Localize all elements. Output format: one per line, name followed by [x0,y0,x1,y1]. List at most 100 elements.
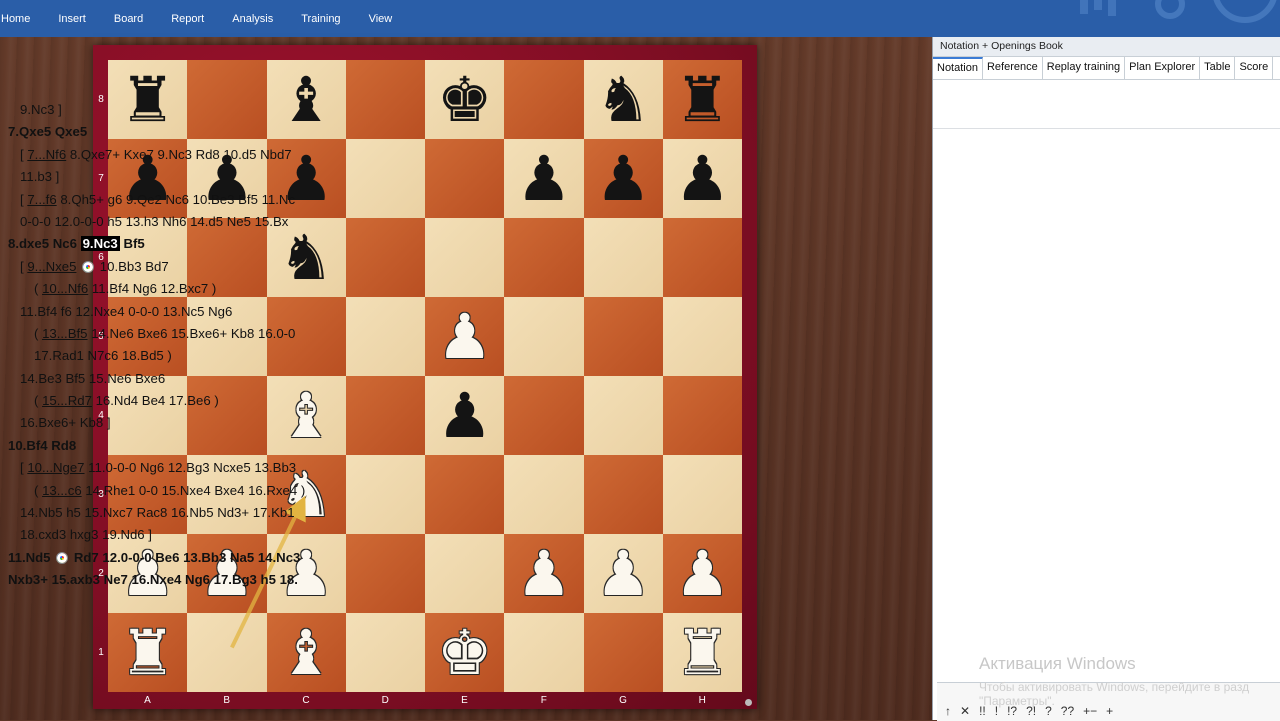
notation-line[interactable]: 18.cxd3 hxg3 19.Nd6 ] [8,524,348,546]
variation-move[interactable]: 13...Bf5 [42,326,87,341]
square-f2[interactable]: ♟ [504,534,584,613]
annotation-symbol[interactable]: !? [1007,704,1017,718]
square-f4[interactable] [504,376,584,455]
moves[interactable]: 16.Nd4 Be4 17.Be6 ) [92,393,219,408]
square-d1[interactable] [345,613,425,692]
annotation-symbol[interactable]: ✕ [960,704,970,718]
white-pawn-icon[interactable]: ♟ [516,542,572,605]
square-d5[interactable] [345,297,425,376]
current-move[interactable]: 9.Nc3 [80,236,120,252]
white-pawn-icon[interactable]: ♟ [437,305,493,368]
menu-home[interactable]: Home [0,13,44,25]
moves[interactable]: 11.Bf4 Ng6 12.Bxc7 ) [88,281,216,296]
notation-line[interactable]: 14.Be3 Bf5 15.Ne6 Bxe6 [8,368,348,390]
annotation-symbol[interactable]: ! [995,704,998,718]
notation-line[interactable]: ( 15...Rd7 16.Nd4 Be4 17.Be6 ) [8,390,348,412]
square-f1[interactable] [504,613,584,692]
square-d3[interactable] [345,455,425,534]
tab-replay-training[interactable]: Replay training [1043,57,1126,79]
black-pawn-icon[interactable]: ♟ [675,147,731,210]
black-king-icon[interactable]: ♚ [437,68,493,131]
resize-handle[interactable] [745,699,752,706]
moves[interactable]: 8.Qh5+ g6 9.Qe2 Nc6 10.Be3 Bf5 11.Nc [57,192,295,207]
menu-view[interactable]: View [355,13,407,25]
square-f8[interactable] [504,60,584,139]
variation-move[interactable]: 13...c6 [42,483,82,498]
notation-line[interactable]: [ 7...f6 8.Qh5+ g6 9.Qe2 Nc6 10.Be3 Bf5 … [8,189,348,211]
notation-line[interactable]: ( 13...c6 14.Rhe1 0-0 15.Nxe4 Bxe4 16.Rx… [8,480,348,502]
black-knight-icon[interactable]: ♞ [595,68,651,131]
square-g4[interactable] [583,376,663,455]
notation-line[interactable]: 11.Nd5 Rd7 12.0-0-0 Be6 13.Bb3 Na5 14.Nc… [8,547,348,569]
moves[interactable]: 8.Qxe7+ Kxe7 9.Nc3 Rd8 10.d5 Nbd7 [66,147,292,162]
notation-line[interactable]: ( 13...Bf5 14.Ne6 Bxe6 15.Bxe6+ Kb8 16.0… [8,323,348,345]
black-pawn-icon[interactable]: ♟ [595,147,651,210]
square-f6[interactable] [504,218,584,297]
annotation-symbol[interactable]: ? [1045,704,1052,718]
moves[interactable]: Bf5 [120,236,144,251]
notation-line[interactable]: 17.Rad1 N7c6 18.Bd5 ) [8,345,348,367]
notation-line[interactable]: [ 9...Nxe5 10.Bb3 Bd7 [8,256,348,278]
square-d8[interactable] [345,60,425,139]
square-e4[interactable]: ♟ [425,376,505,455]
notation-line[interactable]: 8.dxe5 Nc6 9.Nc3 Bf5 [8,233,348,255]
notation-line[interactable]: Nxb3+ 15.axb3 Ne7 16.Nxe4 Ng6 17.Bg3 h5 … [8,569,348,591]
variation-move[interactable]: 7...Nf6 [27,147,66,162]
moves[interactable]: 11.Nd5 [8,550,54,565]
notation-line[interactable]: 11.b3 ] [8,166,348,188]
square-h8[interactable]: ♜ [662,60,742,139]
annotation-symbol[interactable]: !! [979,704,986,718]
moves[interactable]: 14.Rhe1 0-0 15.Nxe4 Bxe4 16.Rxe4 ) [82,483,305,498]
variation-move[interactable]: 10...Nf6 [42,281,88,296]
square-e1[interactable]: ♚ [425,613,505,692]
square-e8[interactable]: ♚ [425,60,505,139]
square-d6[interactable] [345,218,425,297]
moves[interactable]: 8.dxe5 Nc6 [8,236,81,251]
menu-report[interactable]: Report [157,13,218,25]
square-c1[interactable]: ♝ [266,613,346,692]
variation-move[interactable]: 10...Nge7 [27,460,84,475]
notation-line[interactable]: 10.Bf4 Rd8 [8,435,348,457]
square-e2[interactable] [425,534,505,613]
annotation-symbol[interactable]: ↑ [945,704,951,718]
square-g3[interactable] [583,455,663,534]
notation-line[interactable]: 16.Bxe6+ Kb8 ] [8,412,348,434]
black-pawn-icon[interactable]: ♟ [516,147,572,210]
black-pawn-icon[interactable]: ♟ [437,384,493,447]
square-g6[interactable] [583,218,663,297]
square-g2[interactable]: ♟ [583,534,663,613]
square-d4[interactable] [345,376,425,455]
menu-insert[interactable]: Insert [44,13,100,25]
square-e7[interactable] [425,139,505,218]
annotation-symbol[interactable]: + [1106,704,1113,718]
square-g8[interactable]: ♞ [583,60,663,139]
tab-notation[interactable]: Notation [933,57,983,79]
moves[interactable]: Rd7 12.0-0-0 Be6 13.Bb3 Na5 14.Nc3 [70,550,301,565]
notation-line[interactable]: 0-0-0 12.0-0-0 h5 13.h3 Nh6 14.d5 Ne5 15… [8,211,348,233]
annotation-symbol[interactable]: ?? [1061,704,1074,718]
square-g1[interactable] [583,613,663,692]
variation-move[interactable]: 7...f6 [27,192,56,207]
notation-line[interactable]: 11.Bf4 f6 12.Nxe4 0-0-0 13.Nc5 Ng6 [8,301,348,323]
square-h3[interactable] [662,455,742,534]
tab-score[interactable]: Score [1235,57,1274,79]
tab-table[interactable]: Table [1200,57,1236,79]
notation-line[interactable]: 14.Nb5 h5 15.Nxc7 Rac8 16.Nb5 Nd3+ 17.Kb… [8,502,348,524]
square-d2[interactable] [345,534,425,613]
notation-line[interactable]: [ 10...Nge7 11.0-0-0 Ng6 12.Bg3 Ncxe5 13… [8,457,348,479]
square-b1[interactable] [187,613,267,692]
square-e3[interactable] [425,455,505,534]
variation-move[interactable]: 9...Nxe5 [27,259,76,274]
annotation-symbol[interactable]: ?! [1026,704,1036,718]
square-h2[interactable]: ♟ [662,534,742,613]
openings-book-area[interactable] [933,80,1280,129]
square-f3[interactable] [504,455,584,534]
white-king-icon[interactable]: ♚ [437,621,493,684]
square-g5[interactable] [583,297,663,376]
tab-plan-explorer[interactable]: Plan Explorer [1125,57,1201,79]
square-d7[interactable] [345,139,425,218]
white-bishop-icon[interactable]: ♝ [278,621,334,684]
notation-line[interactable]: 7.Qxe5 Qxe5 [8,121,348,143]
square-f7[interactable]: ♟ [504,139,584,218]
square-f5[interactable] [504,297,584,376]
